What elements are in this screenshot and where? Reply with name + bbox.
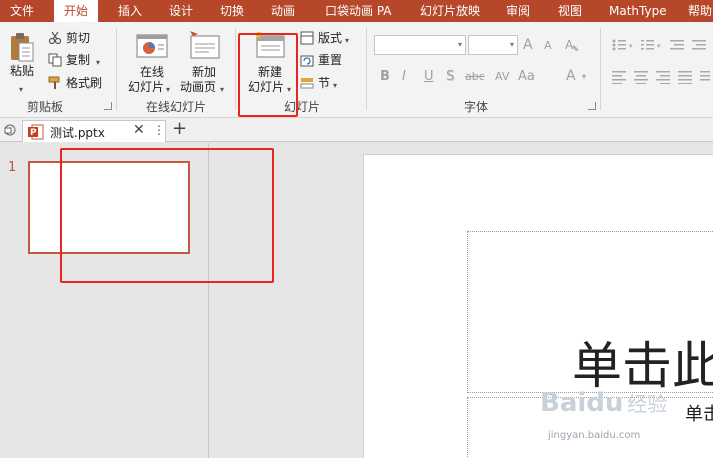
font-name-combobox[interactable]: ▾	[374, 35, 466, 55]
italic-button[interactable]: I	[402, 69, 406, 84]
slide-number: 1	[8, 160, 17, 175]
shrink-font-button[interactable]: A	[544, 39, 552, 52]
tab-insert[interactable]: 插入	[118, 0, 142, 22]
ribbon: 粘贴 ▾ 剪切 复制 ▾ 格式刷 剪贴板 在线 幻灯片 ▾ 新加 动画页 ▾ 在…	[0, 22, 713, 118]
change-case-button[interactable]: Aa	[518, 69, 535, 84]
tab-slideshow[interactable]: 幻灯片放映	[420, 0, 480, 22]
thumbnail-highlight	[60, 148, 274, 283]
document-tab-title: 测试.pptx	[50, 126, 105, 140]
copy-dropdown-caret[interactable]: ▾	[96, 55, 100, 70]
document-tab-bar: P 测试.pptx ✕ ⋮ +	[0, 118, 713, 142]
view-toggle-icon[interactable]	[3, 123, 17, 137]
tab-pocket-animation[interactable]: 口袋动画 PA	[325, 0, 392, 22]
watermark-brand: Baidu	[540, 388, 624, 418]
format-painter-button[interactable]: 格式刷	[66, 76, 102, 91]
tab-transitions[interactable]: 切换	[220, 0, 244, 22]
group-separator	[116, 28, 117, 110]
tab-help[interactable]: 帮助	[688, 0, 712, 22]
tab-design[interactable]: 设计	[169, 0, 193, 22]
align-buttons[interactable]	[612, 70, 712, 84]
svg-text:▾: ▾	[629, 42, 633, 50]
powerpoint-file-icon: P	[28, 124, 44, 140]
character-spacing-button[interactable]: AV	[495, 70, 509, 83]
copy-button[interactable]: 复制	[66, 53, 90, 68]
add-tab-button[interactable]: +	[172, 118, 187, 139]
scissors-icon	[48, 31, 62, 45]
section-button[interactable]: 节	[318, 76, 330, 91]
svg-text:P: P	[30, 128, 37, 138]
group-separator	[366, 28, 367, 110]
reset-icon	[300, 55, 314, 67]
baidu-watermark: Baidu 经验	[540, 388, 667, 418]
font-group-label: 字体	[464, 100, 489, 114]
layout-button[interactable]: 版式	[318, 31, 342, 46]
menu-bar: 文件 开始 插入 设计 切换 动画 口袋动画 PA 幻灯片放映 审阅 视图 Ma…	[0, 0, 713, 23]
tab-mathtype[interactable]: MathType	[609, 0, 667, 22]
online-slide-label-1[interactable]: 在线	[140, 65, 164, 80]
tab-review[interactable]: 审阅	[506, 0, 530, 22]
clipboard-group-label: 剪贴板	[27, 100, 64, 114]
section-caret[interactable]: ▾	[333, 78, 337, 93]
tab-animations[interactable]: 动画	[271, 0, 295, 22]
font-color-caret[interactable]: ▾	[582, 72, 586, 81]
document-tab[interactable]: P 测试.pptx ✕ ⋮	[22, 120, 166, 142]
clear-formatting-icon[interactable]: A	[565, 38, 581, 52]
tab-home[interactable]: 开始	[54, 0, 99, 23]
grow-font-button[interactable]: A	[523, 37, 533, 53]
online-slide-caret[interactable]: ▾	[166, 82, 170, 97]
more-options-icon[interactable]: ⋮	[153, 123, 165, 137]
font-color-button[interactable]: A	[566, 68, 576, 84]
tab-file[interactable]: 文件	[10, 0, 34, 22]
group-separator	[600, 28, 601, 110]
paste-dropdown-caret[interactable]: ▾	[19, 82, 23, 97]
svg-text:▾: ▾	[657, 42, 661, 50]
list-buttons[interactable]: ▾ ▾	[612, 38, 712, 52]
watermark-suffix: 经验	[627, 392, 668, 416]
underline-button[interactable]: U	[424, 69, 434, 84]
new-slide-highlight	[238, 33, 298, 117]
chevron-down-icon: ▾	[509, 40, 514, 49]
copy-icon	[48, 53, 62, 67]
tab-view[interactable]: 视图	[558, 0, 582, 22]
close-icon[interactable]: ✕	[133, 122, 145, 138]
online-slide-label-2[interactable]: 幻灯片	[128, 80, 164, 95]
font-size-combobox[interactable]: ▾	[468, 35, 518, 55]
online-slide-icon[interactable]	[136, 32, 168, 62]
new-animation-page-label-2[interactable]: 动画页	[180, 80, 216, 95]
online-slides-group-label: 在线幻灯片	[146, 100, 207, 114]
shadow-button[interactable]: S	[446, 69, 454, 84]
new-animation-page-caret[interactable]: ▾	[220, 82, 224, 97]
paste-button-label[interactable]: 粘贴	[10, 64, 34, 79]
bold-button[interactable]: B	[380, 69, 390, 84]
layout-caret[interactable]: ▾	[345, 33, 349, 48]
layout-icon	[300, 31, 314, 45]
svg-text:A: A	[565, 38, 574, 52]
chevron-down-icon: ▾	[457, 40, 462, 49]
cut-button[interactable]: 剪切	[66, 31, 90, 46]
strikethrough-button[interactable]: abc	[465, 70, 485, 83]
format-painter-icon	[48, 76, 60, 89]
section-icon	[300, 78, 314, 89]
new-animation-page-icon[interactable]	[189, 30, 221, 62]
font-launcher-icon[interactable]	[588, 102, 596, 110]
group-separator	[235, 28, 236, 110]
paste-icon[interactable]	[8, 32, 36, 64]
reset-button[interactable]: 重置	[318, 53, 342, 68]
clipboard-launcher-icon[interactable]	[104, 102, 112, 110]
subtitle-placeholder-text: 单击	[685, 404, 713, 425]
new-animation-page-label-1[interactable]: 新加	[192, 65, 216, 80]
watermark-url: jingyan.baidu.com	[548, 430, 641, 441]
